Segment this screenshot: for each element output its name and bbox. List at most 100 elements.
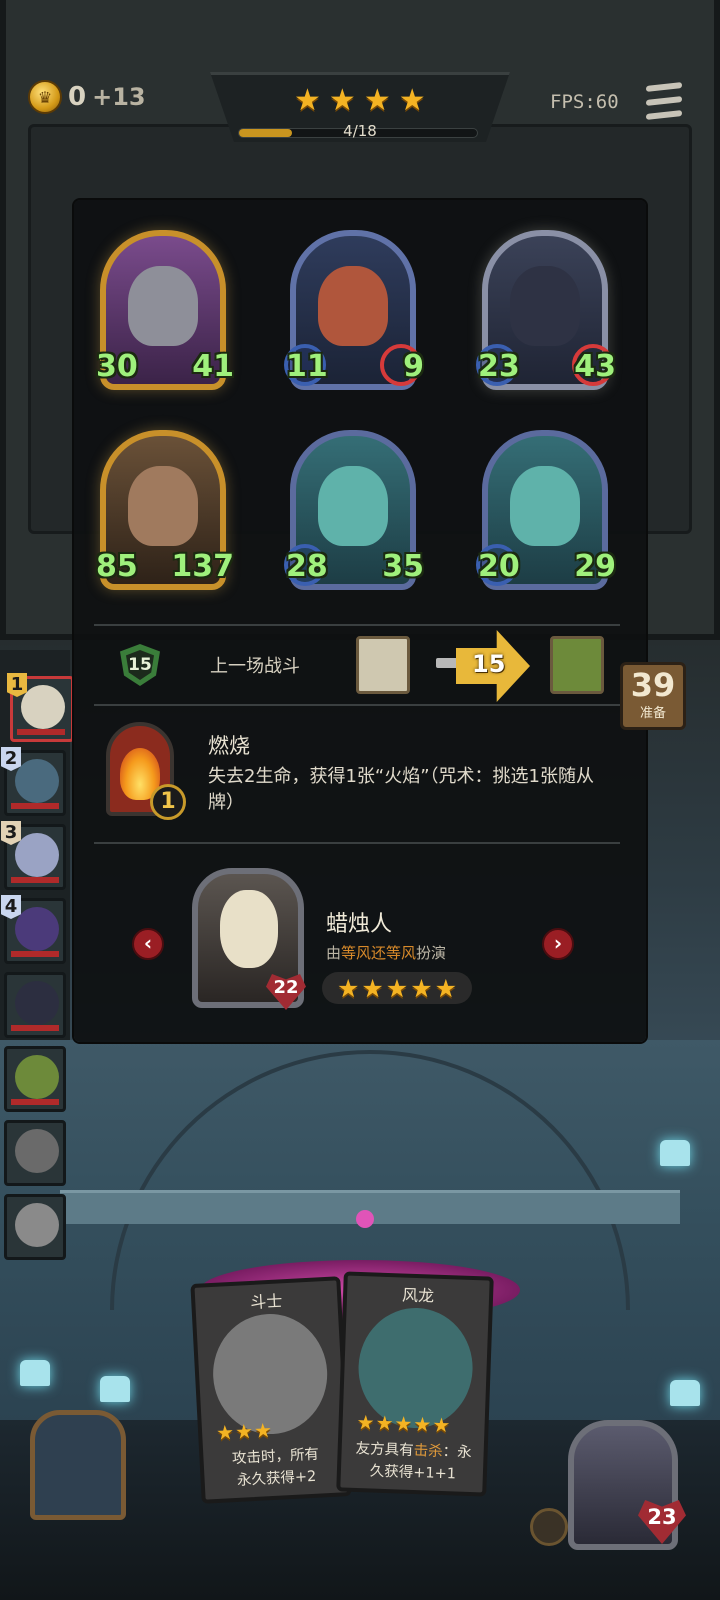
gold-counter: ♛ 0 +13 xyxy=(28,80,146,114)
star-icon: ★ xyxy=(363,83,391,118)
unit-attack: 20 xyxy=(478,549,520,584)
board-unit[interactable]: 11 9 xyxy=(284,230,424,390)
prepare-timer: 39 准备 xyxy=(620,662,686,730)
goblin-portrait xyxy=(318,466,388,546)
card-desc-line2: 久获得+1+1 xyxy=(369,1463,457,1483)
card-desc-line1: 攻击时，所有 xyxy=(231,1446,320,1468)
rank-badge: 1 xyxy=(7,673,27,697)
timer-value: 39 xyxy=(630,666,676,704)
card-stars: ★ ★ ★ xyxy=(215,1418,273,1445)
candle-icon xyxy=(670,1380,700,1406)
divider xyxy=(94,842,620,844)
unit-health: 137 xyxy=(171,549,234,584)
candle-icon xyxy=(20,1360,50,1386)
attacker-thumbnail xyxy=(356,636,410,694)
card-title: 斗士 xyxy=(249,1291,283,1312)
board-unit[interactable]: 20 29 xyxy=(476,430,616,590)
hero-rating: ★ ★ ★ ★ ★ xyxy=(322,972,472,1004)
roster-slot[interactable] xyxy=(4,1194,66,1260)
prev-hero-button[interactable]: ‹ xyxy=(132,928,164,960)
health-bar xyxy=(11,877,59,883)
hero-power-level: 1 xyxy=(150,784,186,820)
star-icon: ★ xyxy=(361,973,384,1003)
card-description: 友方具有击杀：永 久获得+1+1 xyxy=(347,1438,480,1487)
candle-icon xyxy=(100,1376,130,1402)
last-battle-label: 上一场战斗 xyxy=(210,656,300,677)
card-description: 攻击时，所有 永久获得+2 xyxy=(209,1442,343,1493)
last-battle-damage: 15 xyxy=(472,650,506,678)
card-keyword: 击杀 xyxy=(413,1442,443,1461)
divider xyxy=(94,624,620,626)
star-icon: ★ xyxy=(434,973,458,1003)
game-screen: ♛ 0 +13 ★ ★ ★ ★ 4/18 FPS:60 1 2 3 4 30 4… xyxy=(0,0,720,1600)
unit-health: 9 xyxy=(403,349,424,384)
candle-man-face xyxy=(220,890,278,968)
tier-progress-fill xyxy=(239,129,292,137)
candle-man-avatar xyxy=(21,685,65,729)
card-desc-line1: 友方具有 xyxy=(355,1440,414,1459)
star-icon: ★ xyxy=(398,83,426,118)
candle-icon xyxy=(660,1140,690,1166)
hooded-avatar xyxy=(15,981,59,1025)
shark-avatar xyxy=(15,759,59,803)
plant-avatar xyxy=(15,1055,59,1099)
giant-portrait xyxy=(128,466,198,546)
card-stars: ★ ★ ★ ★ ★ xyxy=(356,1409,451,1438)
warrior-portrait xyxy=(128,266,198,346)
card-desc-line2: 永久获得+2 xyxy=(236,1468,317,1489)
next-hero-button[interactable]: › xyxy=(542,928,574,960)
roster-slot[interactable]: 4 xyxy=(1,895,66,964)
hand-card[interactable]: 风龙 ★ ★ ★ ★ ★ 友方具有击杀：永 久获得+1+1 xyxy=(336,1271,494,1497)
star-icon: ★ xyxy=(294,83,321,118)
unit-attack: 85 xyxy=(96,549,138,584)
bell-icon[interactable] xyxy=(530,1508,568,1546)
star-icon: ★ xyxy=(385,973,409,1003)
star-icon: ★ xyxy=(328,83,356,118)
board-unit[interactable]: 85 137 xyxy=(96,430,234,590)
health-bar xyxy=(11,803,59,809)
hero-power-description: 失去2生命，获得1张“火焰”（咒术：挑选1张随从牌） xyxy=(208,766,595,813)
player-name: 等风还等风 xyxy=(341,944,417,962)
fps-counter: FPS:60 xyxy=(550,91,619,113)
hand-card[interactable]: 斗士 ★ ★ ★ 攻击时，所有 永久获得+2 xyxy=(190,1276,352,1504)
defender-thumbnail xyxy=(550,636,604,694)
skull-avatar xyxy=(15,1129,59,1173)
roster-slot[interactable]: 1 xyxy=(7,673,74,742)
rank-badge: 2 xyxy=(1,747,21,771)
health-bar xyxy=(17,729,65,735)
roster-slot[interactable]: 2 xyxy=(1,747,66,816)
card-title: 风龙 xyxy=(401,1285,435,1306)
goblin-portrait xyxy=(510,466,580,546)
ally-hero-frame[interactable] xyxy=(30,1410,126,1520)
unit-attack: 11 xyxy=(286,349,328,384)
hamburger-menu-icon[interactable] xyxy=(646,82,682,120)
unit-attack: 23 xyxy=(478,349,520,384)
unit-attack: 28 xyxy=(286,549,328,584)
by-prefix: 由 xyxy=(326,944,342,962)
divider xyxy=(94,704,620,706)
rank-badge: 4 xyxy=(1,895,21,919)
unit-health: 43 xyxy=(574,349,616,384)
hero-power-title: 燃烧 xyxy=(208,734,250,758)
card-desc-line1b: ：永 xyxy=(442,1444,472,1462)
crown-coin-icon: ♛ xyxy=(28,80,62,114)
timer-label: 准备 xyxy=(639,706,666,721)
roster-slot[interactable] xyxy=(4,972,66,1038)
roster-slot[interactable] xyxy=(4,1046,66,1112)
knight-portrait xyxy=(318,266,388,346)
unit-health: 29 xyxy=(574,549,616,584)
roster-slot[interactable]: 3 xyxy=(1,821,66,890)
star-icon: ★ xyxy=(410,973,433,1003)
health-bar xyxy=(11,1025,59,1031)
rank-badge: 3 xyxy=(1,821,21,845)
board-unit[interactable]: 30 41 xyxy=(96,230,234,390)
wolf-portrait xyxy=(510,266,580,346)
board-unit[interactable]: 23 43 xyxy=(476,230,616,390)
board-unit[interactable]: 28 35 xyxy=(284,430,424,590)
unit-health: 35 xyxy=(382,549,424,584)
health-bar xyxy=(11,1099,59,1105)
gold-income: +13 xyxy=(92,83,146,111)
gold-amount: 0 xyxy=(68,82,87,112)
roster-slot[interactable] xyxy=(4,1120,66,1186)
yeti-avatar xyxy=(15,833,59,877)
